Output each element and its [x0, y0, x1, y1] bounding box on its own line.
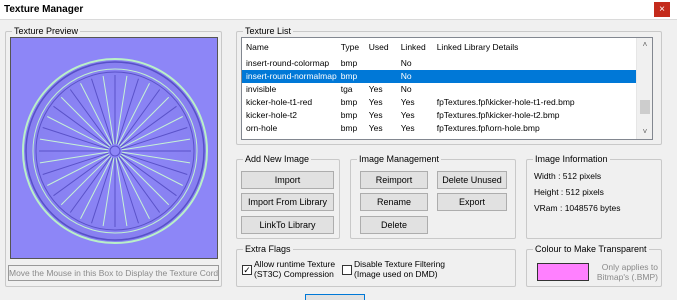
cell-name: insert-round-colormap — [246, 58, 330, 68]
delete-unused-button[interactable]: Delete Unused — [437, 171, 507, 189]
cell-linked: Yes — [400, 123, 415, 133]
table-row-selected[interactable]: insert-round-normalmap bmp No — [242, 70, 638, 83]
link-to-library-button[interactable]: LinkTo Library — [241, 216, 334, 234]
scroll-up-icon[interactable]: ˄ — [637, 38, 652, 52]
texture-preview-canvas[interactable] — [10, 37, 218, 259]
cell-type: tga — [340, 84, 353, 94]
image-vram: VRam : 1048576 bytes — [534, 203, 621, 213]
cell-linked: Yes — [400, 110, 415, 120]
cell-used — [364, 70, 397, 83]
title-bar: Texture Manager × — [0, 0, 677, 20]
note-line2: Bitmap's (.BMP) — [596, 272, 658, 282]
cell-name: kicker-hole-t1-red — [246, 97, 313, 107]
add-new-image-legend: Add New Image — [243, 154, 312, 165]
transparent-colour-note: Only applies to Bitmap's (.BMP) — [594, 262, 658, 282]
cell-type: bmp — [340, 97, 358, 107]
table-row[interactable]: kicker-hole-t1-red bmp Yes Yes fpTexture… — [242, 96, 638, 109]
cell-used: Yes — [368, 97, 383, 107]
cell-type: bmp — [340, 123, 358, 133]
cell-name: invisible — [246, 84, 277, 94]
delete-label: Delete — [380, 220, 407, 230]
cell-details: fpTextures.fpl\orn-hole.bmp — [436, 123, 540, 133]
table-row[interactable]: invisible tga Yes No — [242, 83, 638, 96]
cell-used: Yes — [368, 110, 383, 120]
scroll-thumb[interactable] — [640, 100, 650, 114]
transparent-colour-swatch[interactable] — [537, 263, 589, 281]
ok-button-edge[interactable] — [305, 294, 365, 300]
transparent-colour-legend: Colour to Make Transparent — [533, 244, 649, 255]
texture-list[interactable]: Name Type Used Linked Linked Library Det… — [241, 37, 653, 140]
cell-linked: No — [400, 58, 412, 68]
reimport-button[interactable]: Reimport — [360, 171, 428, 189]
disable-filtering-line2: (Image used on DMD) — [354, 269, 438, 279]
list-scrollbar[interactable]: ˄ ˅ — [636, 38, 652, 139]
cell-details — [433, 57, 638, 70]
import-from-library-button[interactable]: Import From Library — [241, 193, 334, 211]
rename-button[interactable]: Rename — [360, 193, 428, 211]
link-to-library-label: LinkTo Library — [259, 220, 316, 230]
cell-details: fpTextures.fpl\kicker-hole-t1-red.bmp — [436, 97, 575, 107]
export-label: Export — [458, 197, 485, 207]
cell-details: fpTextures.fpl\kicker-hole-t2.bmp — [436, 110, 560, 120]
image-width: Width : 512 pixels — [534, 171, 602, 181]
texture-list-legend: Texture List — [243, 26, 294, 37]
cell-name: insert-round-normalmap — [242, 70, 337, 83]
table-row[interactable]: kicker-hole-t2 bmp Yes Yes fpTextures.fp… — [242, 109, 638, 122]
cell-details — [433, 83, 638, 96]
reimport-label: Reimport — [375, 175, 413, 185]
disable-filtering-line1: Disable Texture Filtering — [354, 259, 446, 269]
texture-table: Name Type Used Linked Linked Library Det… — [242, 38, 638, 135]
normal-map-image — [11, 38, 217, 258]
disable-filtering-label: Disable Texture Filtering (Image used on… — [354, 259, 445, 279]
image-information-legend: Image Information — [533, 154, 610, 165]
cell-name: orn-hole — [246, 123, 278, 133]
texture-coord-hint: Move the Mouse in this Box to Display th… — [8, 265, 219, 281]
cell-type: bmp — [340, 58, 358, 68]
note-line1: Only applies to — [601, 262, 658, 272]
texture-preview-legend: Texture Preview — [12, 26, 81, 37]
allow-compression-line1: Allow runtime Texture — [254, 259, 336, 269]
image-management-legend: Image Management — [357, 154, 442, 165]
column-type[interactable]: Type — [337, 38, 365, 57]
extra-flags-legend: Extra Flags — [243, 244, 293, 255]
allow-compression-label: Allow runtime Texture (ST3C) Compression — [254, 259, 335, 279]
cell-name: kicker-hole-t2 — [246, 110, 298, 120]
column-name[interactable]: Name — [242, 38, 337, 57]
cell-type: bmp — [340, 110, 358, 120]
cell-linked: No — [396, 70, 433, 83]
cell-details — [432, 70, 638, 83]
cell-used — [365, 57, 397, 70]
import-button[interactable]: Import — [241, 171, 334, 189]
disable-filtering-checkbox[interactable] — [342, 265, 352, 275]
column-linked[interactable]: Linked — [397, 38, 433, 57]
table-row[interactable]: orn-hole bmp Yes Yes fpTextures.fpl\orn-… — [242, 122, 638, 135]
window-title: Texture Manager — [4, 4, 84, 15]
export-button[interactable]: Export — [437, 193, 507, 211]
cell-linked: No — [400, 84, 412, 94]
allow-compression-checkbox[interactable]: ✓ — [242, 265, 252, 275]
table-row[interactable]: insert-round-colormap bmp No — [242, 57, 638, 70]
import-button-label: Import — [274, 175, 301, 185]
column-details[interactable]: Linked Library Details — [433, 38, 638, 57]
cell-type: bmp — [336, 70, 365, 83]
cell-used: Yes — [368, 123, 383, 133]
delete-button[interactable]: Delete — [360, 216, 428, 234]
delete-unused-label: Delete Unused — [442, 175, 502, 185]
rename-label: Rename — [376, 197, 412, 207]
column-used[interactable]: Used — [365, 38, 397, 57]
cell-used: Yes — [368, 84, 383, 94]
close-icon[interactable]: × — [654, 2, 670, 17]
scroll-down-icon[interactable]: ˅ — [637, 125, 652, 139]
image-height: Height : 512 pixels — [534, 187, 604, 197]
allow-compression-line2: (ST3C) Compression — [254, 269, 334, 279]
cell-linked: Yes — [400, 97, 415, 107]
import-from-library-label: Import From Library — [247, 197, 327, 207]
table-header-row: Name Type Used Linked Linked Library Det… — [242, 38, 638, 57]
